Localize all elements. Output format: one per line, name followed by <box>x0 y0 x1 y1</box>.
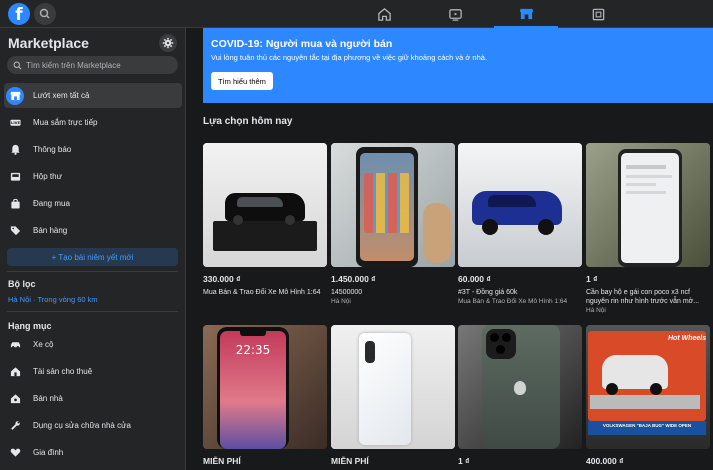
sidebar-title: Marketplace <box>8 35 89 51</box>
listing-image[interactable] <box>458 325 582 449</box>
category-home-sales[interactable]: Bán nhà <box>4 386 182 411</box>
bell-icon <box>6 141 24 159</box>
home-icon <box>377 7 391 21</box>
category-label: Dụng cụ sửa chữa nhà cửa <box>33 421 131 430</box>
sidebar-item-inbox[interactable]: Hộp thư <box>4 164 182 189</box>
sidebar-item-live-shopping[interactable]: LIVE Mua sắm trực tiếp <box>4 110 182 135</box>
listing-card[interactable]: 60.000 ₫ #3T - Đồng giá 60k Mua Bán & Tr… <box>458 143 582 305</box>
listing-location: Mua Bán & Trao Đổi Xe Mô Hình 1:64 <box>458 298 568 305</box>
listing-image[interactable] <box>586 143 710 267</box>
listing-price: MIỄN PHÍ <box>203 456 241 466</box>
gaming-icon <box>592 8 604 20</box>
car-icon <box>6 336 24 354</box>
listing-price: 60.000 ₫ <box>458 274 491 284</box>
divider <box>7 311 178 312</box>
search-icon <box>39 8 50 19</box>
sidebar-item-selling[interactable]: Bán hàng <box>4 218 182 243</box>
listing-price: 400.000 ₫ <box>586 456 624 466</box>
sidebar-item-label: Mua sắm trực tiếp <box>33 118 98 127</box>
facebook-logo[interactable]: f <box>8 3 30 25</box>
listing-price: 1 ₫ <box>586 274 598 284</box>
watch-icon <box>448 8 462 21</box>
listing-location: Hà Nội <box>331 298 351 305</box>
wrench-icon <box>6 417 24 435</box>
category-vehicles[interactable]: Xe cộ <box>4 332 182 357</box>
listing-card[interactable]: 1.450.000 ₫ 14500000 Hà Nội <box>331 143 455 305</box>
heart-icon <box>6 444 24 462</box>
banner-title: COVID-19: Người mua và người bán <box>211 38 393 50</box>
listing-card[interactable]: 1 ₫ <box>458 325 582 466</box>
listing-card[interactable]: Hot Wheels VOLKSWAGEN "BAJA BUG" WIDE OP… <box>586 325 710 466</box>
live-icon: LIVE <box>6 114 24 132</box>
search-icon <box>13 61 22 69</box>
filters-heading: Bộ lọc <box>8 279 36 289</box>
settings-button[interactable] <box>159 34 177 52</box>
listing-image[interactable] <box>203 143 327 267</box>
listing-location: Hà Nội <box>586 307 606 314</box>
listing-price: 330.000 ₫ <box>203 274 241 284</box>
create-listing-button[interactable]: + Tạo bài niêm yết mới <box>7 248 178 266</box>
tag-icon <box>6 222 24 240</box>
sidebar-item-browse-all[interactable]: Lướt xem tất cả <box>4 83 182 108</box>
sidebar-item-label: Đang mua <box>33 199 70 208</box>
divider <box>7 271 178 272</box>
listing-title: Mua Bán & Trao Đổi Xe Mô Hình 1:64 <box>203 289 321 296</box>
marketplace-search <box>7 56 178 74</box>
svg-text:LIVE: LIVE <box>10 121 20 125</box>
category-family[interactable]: Gia đình <box>4 440 182 465</box>
search-input[interactable] <box>26 60 176 70</box>
listing-title: Cần bay hộ e gái con poco x3 ncf nguyên … <box>586 289 700 305</box>
covid-banner: COVID-19: Người mua và người bán Vui lòn… <box>203 28 713 103</box>
bag-icon <box>6 195 24 213</box>
sidebar-item-notifications[interactable]: Thông báo <box>4 137 182 162</box>
category-label: Bán nhà <box>33 394 63 403</box>
house-icon <box>6 363 24 381</box>
section-title: Lựa chọn hôm nay <box>203 116 293 127</box>
listing-image[interactable] <box>331 143 455 267</box>
banner-text: Vui lòng tuân thủ các nguyên tắc tại địa… <box>211 53 488 62</box>
listing-card[interactable]: 1 ₫ Cần bay hộ e gái con poco x3 ncf ngu… <box>586 143 710 314</box>
tab-gaming[interactable] <box>566 0 630 28</box>
sidebar-item-label: Lướt xem tất cả <box>33 91 90 100</box>
category-label: Tài sản cho thuê <box>33 367 93 376</box>
sidebar: Marketplace Lướt xem tất cả LIVE Mua sắm… <box>0 28 186 470</box>
listing-price: 1 ₫ <box>458 456 470 466</box>
tab-watch[interactable] <box>423 0 487 28</box>
marketplace-icon <box>519 8 533 19</box>
lockscreen-time: 22:35 <box>235 343 271 357</box>
gear-icon <box>162 37 174 49</box>
location-filter-link[interactable]: Hà Nội · Trong vòng 60 km <box>8 295 98 304</box>
category-home-improvement[interactable]: Dụng cụ sửa chữa nhà cửa <box>4 413 182 438</box>
category-rentals[interactable]: Tài sản cho thuê <box>4 359 182 384</box>
storefront-icon <box>6 86 24 105</box>
home-sale-icon <box>6 390 24 408</box>
tab-marketplace[interactable] <box>494 0 558 28</box>
listing-price: MIỄN PHÍ <box>331 456 369 466</box>
listing-image[interactable]: 22:35 <box>203 325 327 449</box>
categories-heading: Hạng mục <box>8 321 52 331</box>
tab-home[interactable] <box>352 0 416 28</box>
top-navigation-bar: f <box>0 0 713 28</box>
listing-card[interactable]: 22:35 MIỄN PHÍ <box>203 325 327 466</box>
listing-card[interactable]: MIỄN PHÍ <box>331 325 455 466</box>
sidebar-item-label: Bán hàng <box>33 226 68 235</box>
listing-title: 14500000 <box>331 289 363 296</box>
listing-image[interactable]: Hot Wheels VOLKSWAGEN "BAJA BUG" WIDE OP… <box>586 325 710 449</box>
category-label: Gia đình <box>33 448 64 457</box>
search-button[interactable] <box>34 3 56 25</box>
listing-title: #3T - Đồng giá 60k <box>458 289 518 296</box>
toy-box-label: VOLKSWAGEN "BAJA BUG" WIDE OPEN <box>602 423 692 428</box>
learn-more-button[interactable]: Tìm hiểu thêm <box>211 72 273 90</box>
listing-image[interactable] <box>458 143 582 267</box>
category-label: Xe cộ <box>33 340 54 349</box>
inbox-icon <box>6 168 24 186</box>
listing-price: 1.450.000 ₫ <box>331 274 376 284</box>
listing-image[interactable] <box>331 325 455 449</box>
toy-brand-logo: Hot Wheels <box>668 335 707 342</box>
sidebar-item-buying[interactable]: Đang mua <box>4 191 182 216</box>
sidebar-item-label: Thông báo <box>33 145 72 154</box>
sidebar-item-label: Hộp thư <box>33 172 62 181</box>
listing-card[interactable]: 330.000 ₫ Mua Bán & Trao Đổi Xe Mô Hình … <box>203 143 327 296</box>
